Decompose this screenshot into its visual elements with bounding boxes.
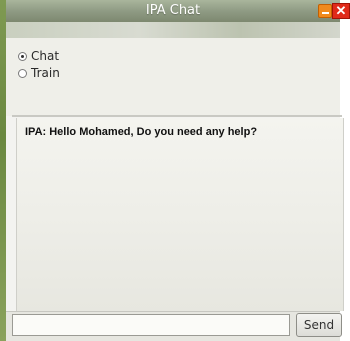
mode-option-train[interactable]: Train — [18, 65, 60, 81]
minimize-icon[interactable] — [318, 4, 332, 18]
radio-unchecked-icon[interactable] — [18, 68, 27, 78]
mode-selector: Chat Train — [6, 38, 340, 116]
mode-option-label: Chat — [31, 49, 60, 63]
close-icon[interactable]: ✕ — [332, 3, 350, 19]
message-input[interactable] — [12, 314, 290, 336]
window-title: IPA Chat — [145, 3, 201, 18]
mode-option-chat[interactable]: Chat — [18, 48, 59, 64]
divider — [12, 115, 342, 117]
send-button[interactable]: Send — [296, 313, 342, 337]
mode-option-label: Train — [31, 66, 60, 80]
header-strip — [6, 22, 340, 38]
radio-checked-icon[interactable] — [18, 51, 27, 61]
ipa-chat-window: IPA Chat ✕ Chat Train IPA: Hello Mohamed… — [0, 0, 350, 341]
title-bar[interactable]: IPA Chat — [6, 0, 340, 22]
chat-transcript[interactable]: IPA: Hello Mohamed, Do you need any help… — [16, 118, 344, 311]
chat-message: IPA: Hello Mohamed, Do you need any help… — [25, 126, 258, 138]
minimize-glyph — [322, 12, 329, 14]
